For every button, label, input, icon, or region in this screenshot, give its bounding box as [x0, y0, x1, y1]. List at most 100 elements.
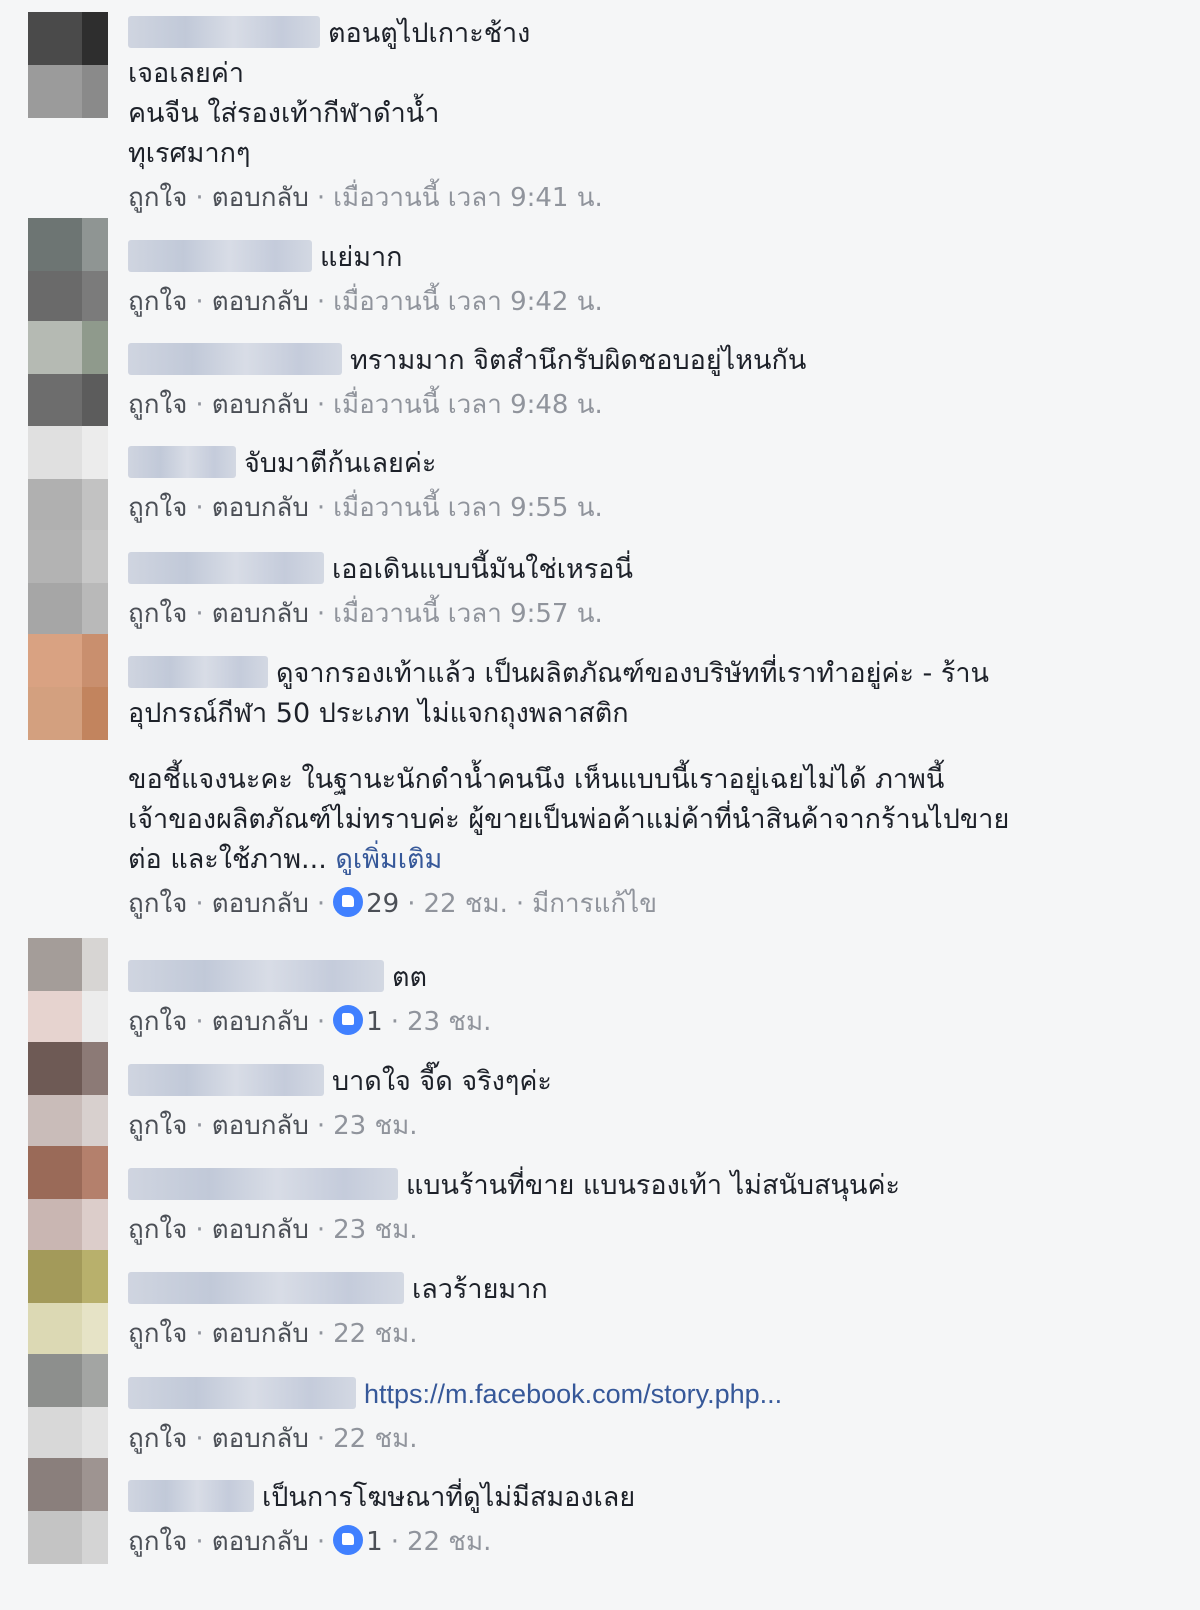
timestamp[interactable]: 22 ชม.: [333, 1319, 417, 1349]
like-link[interactable]: ถูกใจ: [128, 493, 187, 523]
comment-text: เลวร้ายมาก: [128, 1270, 1160, 1310]
avatar[interactable]: [28, 12, 108, 118]
comment-text: เจ้าของผลิตภัณฑ์ไม่ทราบค่ะ ผู้ขายเป็นพ่อ…: [128, 804, 1010, 835]
timestamp[interactable]: 22 ชม.: [407, 1527, 491, 1557]
comment-actions: ถูกใจ · ตอบกลับ · 22 ชม.: [128, 1424, 418, 1454]
reply-link[interactable]: ตอบกลับ: [212, 599, 309, 629]
comment-actions: ถูกใจ · ตอบกลับ · เมื่อวานนี้ เวลา 9:41 น.: [128, 183, 603, 213]
timestamp[interactable]: 23 ชม.: [407, 1007, 491, 1037]
reply-link[interactable]: ตอบกลับ: [212, 287, 309, 317]
comment-text: คนจีน ใส่รองเท้ากีฬาดำน้ำ: [128, 98, 440, 129]
comment-author[interactable]: [128, 1377, 356, 1409]
comment-author[interactable]: [128, 240, 312, 272]
like-reaction-icon[interactable]: [333, 1005, 364, 1035]
like-link[interactable]: ถูกใจ: [128, 1111, 187, 1141]
comment-text: จับมาตีก้นเลยค่ะ: [128, 444, 1160, 484]
comment-text: ต่อ และใช้ภาพ... ดูเพิ่มเติม: [128, 844, 443, 875]
comment-actions: ถูกใจ · ตอบกลับ · 23 ชม.: [128, 1215, 418, 1245]
comment-text: ขอชี้แจงนะคะ ในฐานะนักดำน้ำคนนึง เห็นแบบ…: [128, 764, 945, 795]
reply-link[interactable]: ตอบกลับ: [212, 1527, 309, 1557]
like-link[interactable]: ถูกใจ: [128, 599, 187, 629]
comment-actions: ถูกใจ · ตอบกลับ · 23 ชม.: [128, 1111, 418, 1141]
avatar[interactable]: [28, 1250, 108, 1356]
comment-text: ตต: [128, 958, 1160, 998]
timestamp[interactable]: 23 ชม.: [333, 1111, 417, 1141]
comment-author[interactable]: [128, 1272, 404, 1304]
avatar[interactable]: [28, 1042, 108, 1148]
reply-link[interactable]: ตอบกลับ: [212, 1111, 309, 1141]
like-link[interactable]: ถูกใจ: [128, 1319, 187, 1349]
like-link[interactable]: ถูกใจ: [128, 390, 187, 420]
comment-text: ทุเรศมากๆ: [128, 138, 251, 169]
comment-actions: ถูกใจ · ตอบกลับ · เมื่อวานนี้ เวลา 9:57 น.: [128, 599, 603, 629]
comment-text: ดูจากรองเท้าแล้ว เป็นผลิตภัณฑ์ของบริษัทท…: [128, 654, 1160, 694]
like-reaction-icon[interactable]: [333, 1525, 364, 1555]
comment-actions: ถูกใจ · ตอบกลับ · เมื่อวานนี้ เวลา 9:48 น.: [128, 390, 603, 420]
reply-link[interactable]: ตอบกลับ: [212, 1424, 309, 1454]
comment-author[interactable]: [128, 1480, 254, 1512]
comment-author[interactable]: [128, 16, 320, 48]
reply-link[interactable]: ตอบกลับ: [212, 493, 309, 523]
see-more-link[interactable]: ดูเพิ่มเติม: [335, 844, 442, 875]
timestamp[interactable]: เมื่อวานนี้ เวลา 9:55 น.: [333, 493, 603, 523]
avatar[interactable]: [28, 426, 108, 532]
comment-text: แบนร้านที่ขาย แบนรองเท้า ไม่สนับสนุนค่ะ: [128, 1166, 1160, 1206]
avatar[interactable]: [28, 938, 108, 1044]
comment-actions: ถูกใจ · ตอบกลับ · 29 · 22 ชม. · มีการแก้ไข: [128, 887, 657, 919]
comment-author[interactable]: [128, 656, 268, 688]
avatar[interactable]: [28, 1354, 108, 1460]
comment-text: ทรามมาก จิตสำนึกรับผิดชอบอยู่ไหนกัน: [128, 341, 1160, 381]
like-link[interactable]: ถูกใจ: [128, 1424, 187, 1454]
timestamp[interactable]: 23 ชม.: [333, 1215, 417, 1245]
comment-author[interactable]: [128, 343, 342, 375]
avatar[interactable]: [28, 530, 108, 636]
reaction-count[interactable]: 1: [366, 1527, 383, 1557]
comment-text: เจอเลยค่า: [128, 58, 245, 89]
comment-author[interactable]: [128, 1168, 398, 1200]
reply-link[interactable]: ตอบกลับ: [212, 1007, 309, 1037]
like-link[interactable]: ถูกใจ: [128, 1215, 187, 1245]
like-link[interactable]: ถูกใจ: [128, 287, 187, 317]
timestamp[interactable]: เมื่อวานนี้ เวลา 9:41 น.: [333, 183, 603, 213]
comment-author[interactable]: [128, 1064, 324, 1096]
reaction-count[interactable]: 1: [366, 1007, 383, 1037]
comment-actions: ถูกใจ · ตอบกลับ · เมื่อวานนี้ เวลา 9:55 น.: [128, 493, 603, 523]
comment-text: ตอนตูไปเกาะช้าง: [128, 14, 1160, 54]
comment-thread: ตอนตูไปเกาะช้าง เจอเลยค่า คนจีน ใส่รองเท…: [0, 0, 1200, 1610]
like-reaction-icon[interactable]: [333, 887, 364, 917]
avatar[interactable]: [28, 1146, 108, 1252]
reply-link[interactable]: ตอบกลับ: [212, 889, 309, 919]
like-link[interactable]: ถูกใจ: [128, 889, 187, 919]
comment-text: เป็นการโฆษณาที่ดูไม่มีสมองเลย: [128, 1478, 1160, 1518]
reply-link[interactable]: ตอบกลับ: [212, 1215, 309, 1245]
reply-link[interactable]: ตอบกลับ: [212, 390, 309, 420]
reply-link[interactable]: ตอบกลับ: [212, 1319, 309, 1349]
comment-actions: ถูกใจ · ตอบกลับ · 1 · 23 ชม.: [128, 1005, 492, 1037]
comment-author[interactable]: [128, 960, 384, 992]
avatar[interactable]: [28, 634, 108, 740]
reply-link[interactable]: ตอบกลับ: [212, 183, 309, 213]
timestamp[interactable]: เมื่อวานนี้ เวลา 9:57 น.: [333, 599, 603, 629]
avatar[interactable]: [28, 218, 108, 324]
timestamp[interactable]: 22 ชม.: [333, 1424, 417, 1454]
like-link[interactable]: ถูกใจ: [128, 1007, 187, 1037]
like-link[interactable]: ถูกใจ: [128, 1527, 187, 1557]
comment-actions: ถูกใจ · ตอบกลับ · เมื่อวานนี้ เวลา 9:42 น.: [128, 287, 603, 317]
like-link[interactable]: ถูกใจ: [128, 183, 187, 213]
shared-link[interactable]: https://m.facebook.com/story.php...: [364, 1379, 782, 1409]
timestamp[interactable]: 22 ชม.: [424, 889, 508, 919]
comment-author[interactable]: [128, 552, 324, 584]
timestamp[interactable]: เมื่อวานนี้ เวลา 9:48 น.: [333, 390, 603, 420]
comment-text: เออเดินแบบนี้มันใช่เหรอนี่: [128, 550, 1160, 590]
reaction-count[interactable]: 29: [366, 889, 399, 919]
comment-text: แย่มาก: [128, 238, 1160, 278]
comment-text: บาดใจ จี๊ด จริงๆค่ะ: [128, 1062, 1160, 1102]
comment-actions: ถูกใจ · ตอบกลับ · 1 · 22 ชม.: [128, 1525, 492, 1557]
edited-label[interactable]: มีการแก้ไข: [532, 889, 657, 919]
comment-text: https://m.facebook.com/story.php...: [128, 1374, 1160, 1415]
avatar[interactable]: [28, 1458, 108, 1564]
avatar[interactable]: [28, 321, 108, 427]
timestamp[interactable]: เมื่อวานนี้ เวลา 9:42 น.: [333, 287, 603, 317]
comment-text: อุปกรณ์กีฬา 50 ประเภท ไม่แจกถุงพลาสติก: [128, 698, 629, 729]
comment-author[interactable]: [128, 446, 236, 478]
